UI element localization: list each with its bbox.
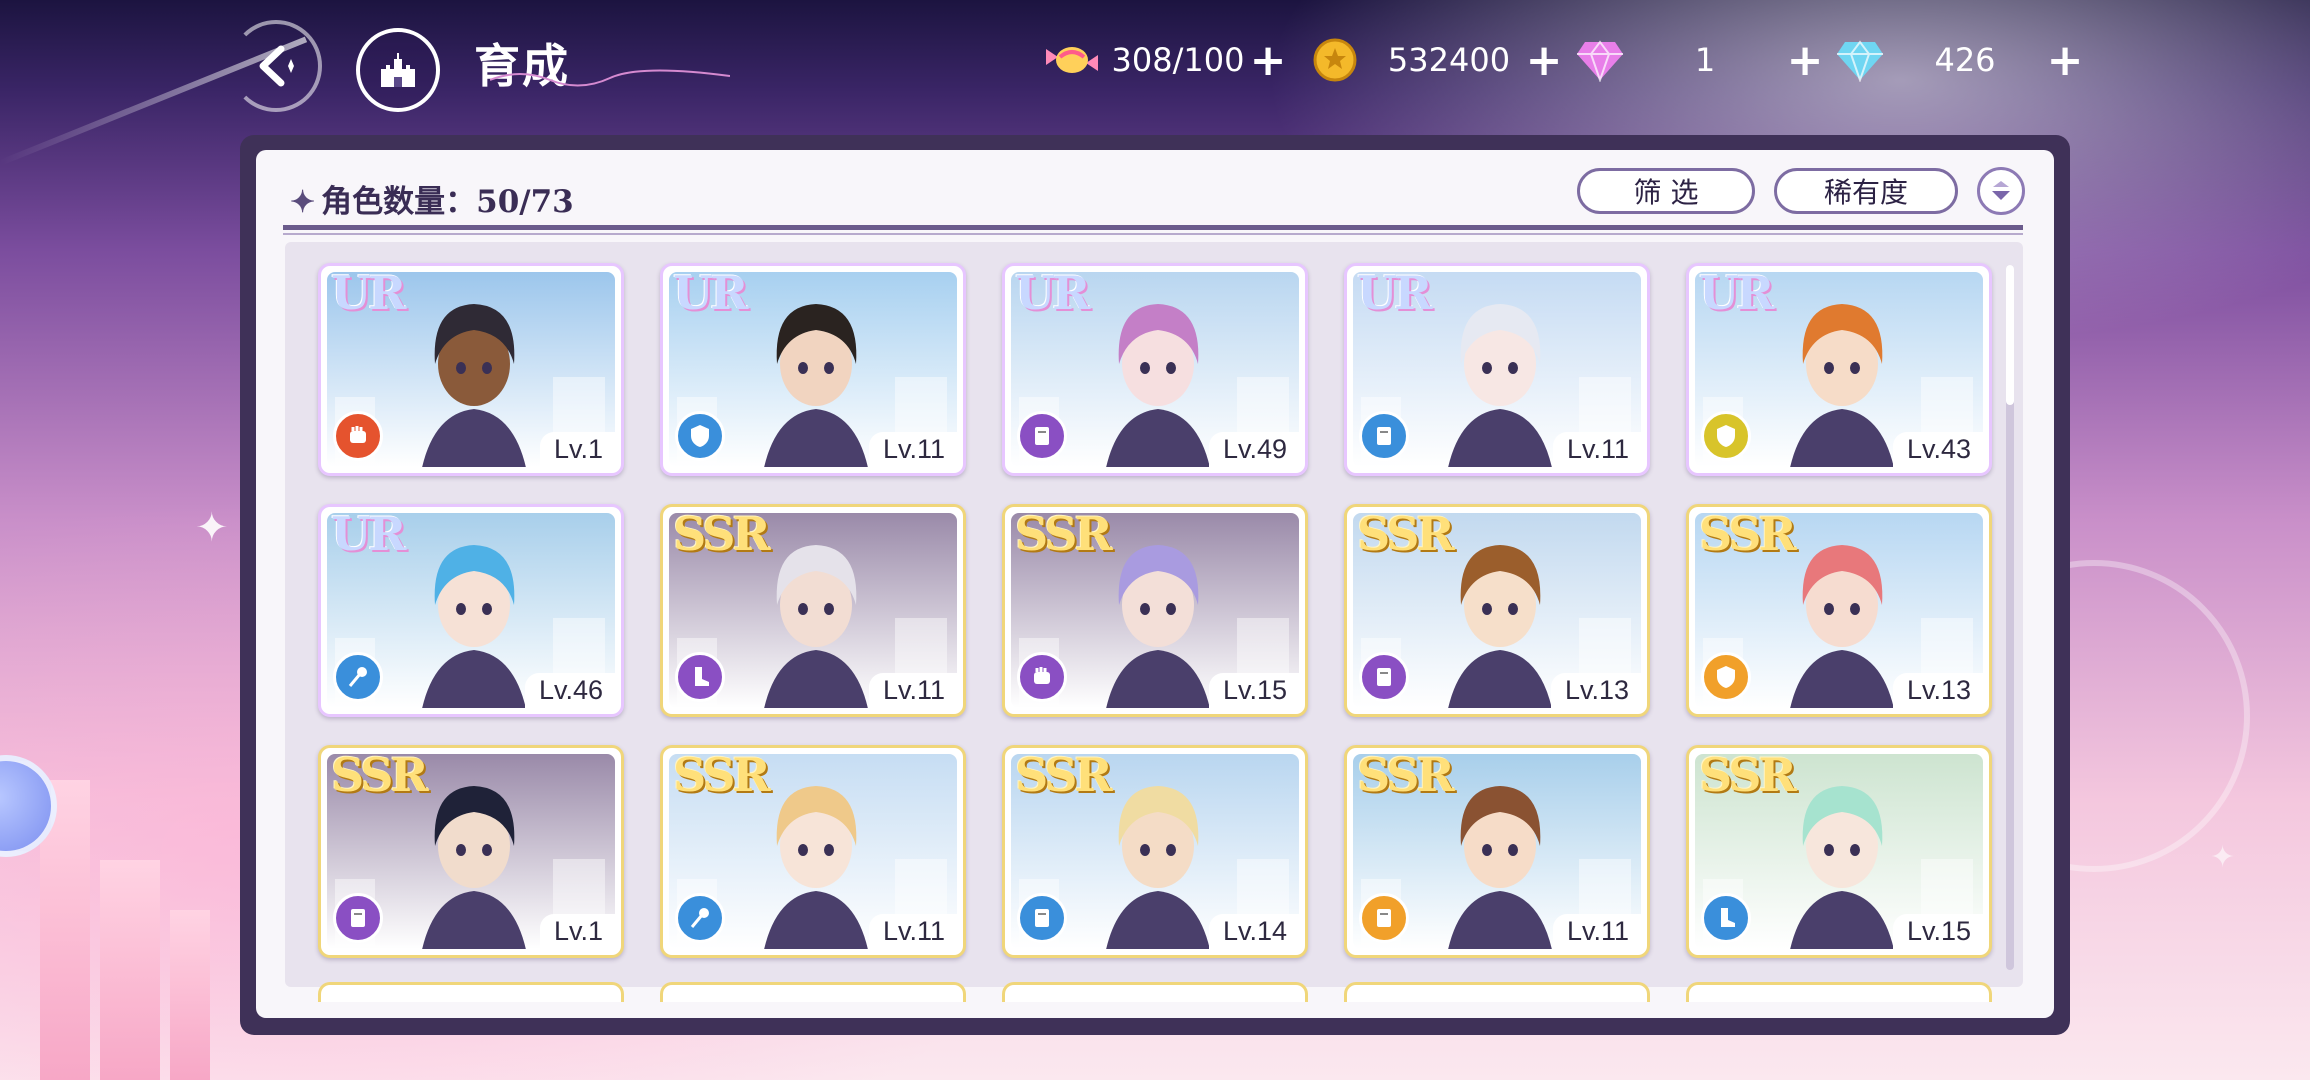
role-book-icon bbox=[333, 893, 383, 943]
candy-value: 308/100 bbox=[1111, 41, 1245, 79]
level-label: Lv.13 bbox=[1550, 673, 1641, 708]
home-button[interactable] bbox=[356, 28, 440, 112]
add-pink-gem-button[interactable]: + bbox=[1785, 35, 1825, 86]
character-card[interactable]: SSR Lv.13 bbox=[1686, 504, 1992, 717]
role-book-icon bbox=[1359, 652, 1409, 702]
character-card[interactable]: SSR Lv.11 bbox=[660, 745, 966, 958]
pink-gem-value: 1 bbox=[1694, 41, 1716, 79]
blue-diamond-icon bbox=[1837, 40, 1883, 82]
level-label: Lv.13 bbox=[1892, 673, 1983, 708]
level-label: Lv.1 bbox=[539, 432, 615, 467]
character-card[interactable]: UR Lv.11 bbox=[1344, 263, 1650, 476]
rarity-badge: UR bbox=[331, 266, 406, 320]
scrollbar-thumb[interactable] bbox=[2006, 265, 2014, 405]
level-label: Lv.11 bbox=[868, 432, 957, 467]
card-peek[interactable] bbox=[1686, 982, 1992, 1002]
level-label: Lv.11 bbox=[1552, 914, 1641, 949]
level-label: Lv.43 bbox=[1892, 432, 1983, 467]
sort-order-button[interactable] bbox=[1977, 167, 2025, 215]
level-label: Lv.46 bbox=[524, 673, 615, 708]
rarity-badge: SSR bbox=[331, 748, 429, 802]
pink-gem-counter: 1 + bbox=[1575, 30, 1825, 90]
rarity-badge: SSR bbox=[1699, 507, 1797, 561]
character-card[interactable]: UR Lv.46 bbox=[318, 504, 624, 717]
sort-toggle-icon bbox=[1992, 181, 2010, 200]
star-icon: ✦ bbox=[290, 185, 316, 220]
character-card[interactable]: UR Lv.49 bbox=[1002, 263, 1308, 476]
castle-icon bbox=[381, 53, 415, 87]
character-count-text: 角色数量：50/73 bbox=[321, 184, 574, 220]
level-label: Lv.11 bbox=[868, 914, 957, 949]
character-card[interactable]: SSR Lv.11 bbox=[660, 504, 966, 717]
role-shield-icon bbox=[675, 411, 725, 461]
character-card[interactable]: UR Lv.1 bbox=[318, 263, 624, 476]
candy-icon bbox=[1046, 47, 1098, 73]
rarity-badge: SSR bbox=[1357, 748, 1455, 802]
role-shield-icon bbox=[1701, 652, 1751, 702]
blue-gem-value: 426 bbox=[1934, 41, 1996, 79]
role-staff-icon bbox=[675, 893, 725, 943]
header-divider bbox=[283, 225, 2023, 230]
level-label: Lv.49 bbox=[1208, 432, 1299, 467]
rarity-badge: UR bbox=[1357, 266, 1432, 320]
level-label: Lv.11 bbox=[868, 673, 957, 708]
role-book-icon bbox=[1017, 411, 1067, 461]
role-boot-icon bbox=[1701, 893, 1751, 943]
character-card[interactable]: SSR Lv.13 bbox=[1344, 504, 1650, 717]
card-peek[interactable] bbox=[318, 982, 624, 1002]
back-button[interactable] bbox=[230, 20, 322, 112]
pink-diamond-icon bbox=[1577, 40, 1623, 82]
level-label: Lv.15 bbox=[1892, 914, 1983, 949]
header-divider-thin bbox=[283, 233, 2023, 235]
rarity-badge: UR bbox=[1699, 266, 1774, 320]
card-peek[interactable] bbox=[1002, 982, 1308, 1002]
role-shield-icon bbox=[1701, 411, 1751, 461]
character-card[interactable]: UR Lv.43 bbox=[1686, 263, 1992, 476]
rarity-badge: SSR bbox=[1015, 507, 1113, 561]
character-card[interactable]: UR Lv.11 bbox=[660, 263, 966, 476]
character-card[interactable]: SSR Lv.11 bbox=[1344, 745, 1650, 958]
role-book-icon bbox=[1359, 893, 1409, 943]
sparkle-icon: ✦ bbox=[195, 505, 229, 551]
level-label: Lv.15 bbox=[1208, 673, 1299, 708]
gold-coin-icon bbox=[1313, 38, 1357, 82]
blue-gem-counter: 426 + bbox=[1835, 30, 2085, 90]
character-card[interactable]: SSR Lv.1 bbox=[318, 745, 624, 958]
coin-value: 532400 bbox=[1387, 41, 1511, 79]
coin-counter: 532400 + bbox=[1312, 30, 1564, 90]
card-peek[interactable] bbox=[660, 982, 966, 1002]
filter-button[interactable]: 筛 选 bbox=[1577, 168, 1755, 214]
role-fist-icon bbox=[1017, 652, 1067, 702]
role-boot-icon bbox=[675, 652, 725, 702]
character-card[interactable]: SSR Lv.15 bbox=[1686, 745, 1992, 958]
character-card[interactable]: SSR Lv.15 bbox=[1002, 504, 1308, 717]
role-book-icon bbox=[1017, 893, 1067, 943]
level-label: Lv.1 bbox=[539, 914, 615, 949]
rarity-badge: UR bbox=[673, 266, 748, 320]
rarity-badge: UR bbox=[331, 507, 406, 561]
role-book-icon bbox=[1359, 411, 1409, 461]
rarity-badge: SSR bbox=[1357, 507, 1455, 561]
level-label: Lv.14 bbox=[1208, 914, 1299, 949]
level-label: Lv.11 bbox=[1552, 432, 1641, 467]
character-card[interactable]: SSR Lv.14 bbox=[1002, 745, 1308, 958]
role-staff-icon bbox=[333, 652, 383, 702]
add-candy-button[interactable]: + bbox=[1248, 35, 1288, 86]
add-coin-button[interactable]: + bbox=[1524, 35, 1564, 86]
candy-counter: 308/100 + bbox=[1042, 30, 1288, 90]
rarity-badge: SSR bbox=[673, 748, 771, 802]
role-fist-icon bbox=[333, 411, 383, 461]
rarity-sort-button[interactable]: 稀有度 bbox=[1774, 168, 1958, 214]
title-ornament bbox=[490, 69, 730, 87]
add-blue-gem-button[interactable]: + bbox=[2045, 35, 2085, 86]
rarity-badge: SSR bbox=[1015, 748, 1113, 802]
character-count: ✦ 角色数量：50/73 bbox=[290, 176, 574, 221]
rarity-badge: SSR bbox=[1699, 748, 1797, 802]
card-peek[interactable] bbox=[1344, 982, 1650, 1002]
sparkle-icon: ✦ bbox=[2210, 840, 2236, 875]
rarity-badge: UR bbox=[1015, 266, 1090, 320]
rarity-badge: SSR bbox=[673, 507, 771, 561]
